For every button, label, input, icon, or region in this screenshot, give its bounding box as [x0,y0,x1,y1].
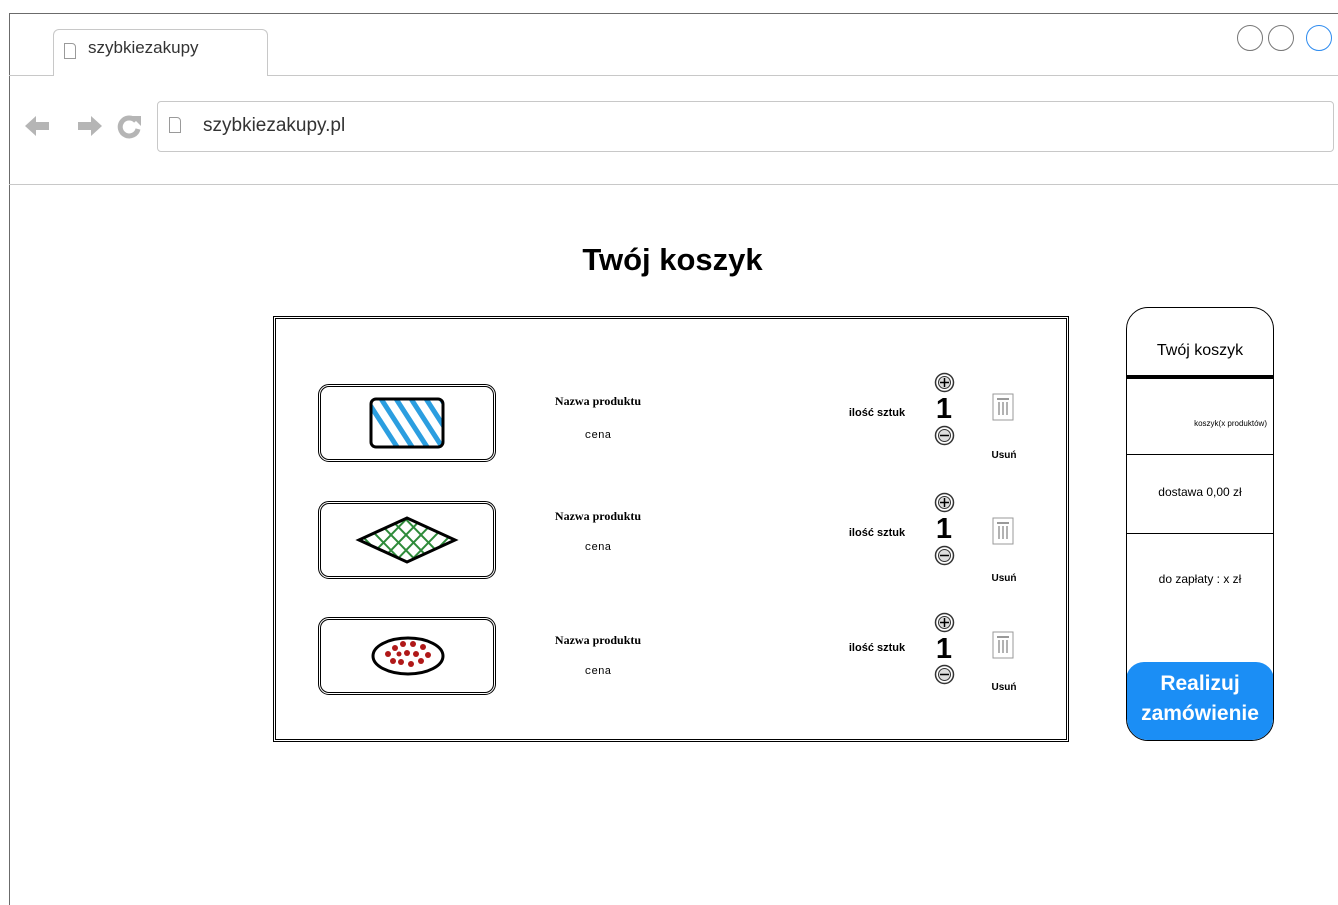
window-close-button[interactable] [1306,25,1332,51]
product-image-icon [371,636,445,676]
back-arrow-icon[interactable] [25,115,51,137]
address-bar[interactable]: szybkiezakupy.pl [157,101,1334,152]
decrease-quantity-icon[interactable] [934,545,955,566]
browser-tab[interactable]: szybkiezakupy [53,29,268,76]
summary-divider [1127,375,1273,379]
remove-item-link[interactable]: Usuń [984,450,1024,461]
page-title: Twój koszyk [582,242,763,277]
chrome-divider [9,184,1338,185]
reload-icon[interactable] [116,114,142,140]
summary-items-count: koszyk(x produktów) [1194,419,1267,428]
quantity-label: ilość sztuk [848,527,906,539]
remove-item-link[interactable]: Usuń [984,573,1024,584]
address-bar-url: szybkiezakupy.pl [203,115,346,136]
quantity-value: 1 [935,393,953,425]
cart-summary-panel: Twój koszyk koszyk(x produktów) dostawa … [1126,307,1274,741]
product-thumbnail[interactable] [318,501,496,579]
quantity-label: ilość sztuk [848,407,906,419]
product-price: cena [584,430,612,442]
quantity-label: ilość sztuk [848,642,906,654]
tab-title: szybkiezakupy [88,38,199,57]
product-image-icon [369,397,445,449]
page-icon [169,117,181,133]
quantity-value: 1 [935,513,953,545]
summary-title: Twój koszyk [1156,342,1244,359]
quantity-value: 1 [935,633,953,665]
window-minimize-button[interactable] [1237,25,1263,51]
page-icon [64,43,76,59]
product-name: Nazwa produktu [554,633,642,647]
summary-divider [1127,454,1273,455]
increase-quantity-icon[interactable] [934,612,955,633]
summary-total: do zapłaty : x zł [1158,572,1242,586]
product-name: Nazwa produktu [554,509,642,523]
increase-quantity-icon[interactable] [934,492,955,513]
place-order-label-line1: Realizuj [1160,672,1240,695]
product-image-icon [355,516,459,564]
decrease-quantity-icon[interactable] [934,664,955,685]
trash-icon[interactable] [992,393,1014,421]
product-thumbnail[interactable] [318,617,496,695]
increase-quantity-icon[interactable] [934,372,955,393]
product-price: cena [584,542,612,554]
product-price: cena [584,666,612,678]
product-name: Nazwa produktu [554,394,642,408]
forward-arrow-icon[interactable] [76,115,102,137]
place-order-label-line2: zamówienie [1141,702,1259,725]
summary-delivery: dostawa 0,00 zł [1158,485,1242,499]
trash-icon[interactable] [992,631,1014,659]
summary-divider [1127,533,1273,534]
place-order-button[interactable]: Realizuj zamówienie [1127,662,1273,740]
decrease-quantity-icon[interactable] [934,425,955,446]
remove-item-link[interactable]: Usuń [984,682,1024,693]
product-thumbnail[interactable] [318,384,496,462]
window-maximize-button[interactable] [1268,25,1294,51]
trash-icon[interactable] [992,517,1014,545]
